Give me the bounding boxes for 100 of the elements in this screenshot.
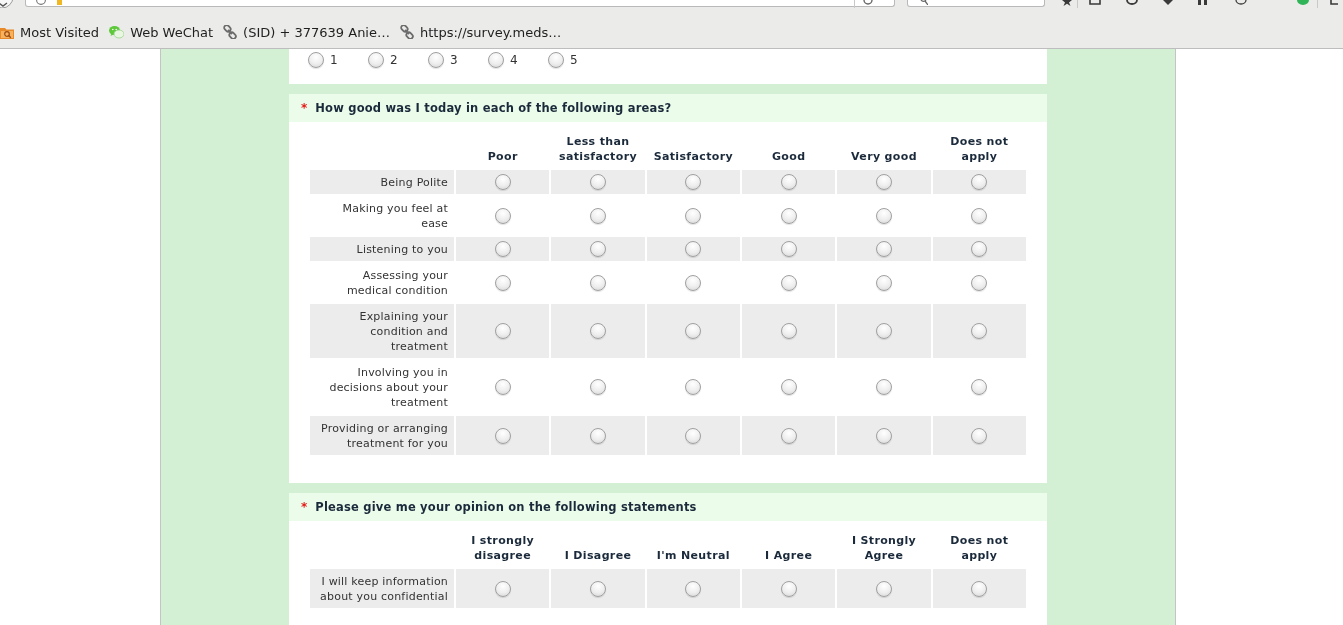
radio-button[interactable] — [590, 427, 606, 444]
radio-button[interactable] — [780, 174, 797, 190]
radio-button[interactable] — [876, 427, 892, 444]
radio-button[interactable] — [685, 174, 702, 190]
bookmark-button[interactable]: https://survey.meds… — [400, 24, 562, 40]
search-field[interactable] — [907, 0, 1045, 7]
radio-button[interactable] — [590, 580, 606, 597]
option-label: 3 — [450, 53, 458, 67]
row-label: Explaining your condition and treatment — [310, 304, 454, 358]
radio-button[interactable] — [971, 207, 988, 224]
column-header: I strongly disagree — [470, 533, 536, 564]
radio-button[interactable] — [494, 274, 511, 291]
radio-button[interactable] — [494, 323, 511, 339]
radio-button[interactable] — [780, 580, 797, 597]
radio-button[interactable] — [780, 323, 797, 339]
column-header: Good — [770, 149, 807, 165]
radio-button[interactable] — [590, 323, 606, 339]
radio-button[interactable] — [548, 52, 564, 68]
radio-button[interactable] — [494, 174, 511, 190]
tray-icon[interactable] — [1089, 0, 1101, 5]
radio-button[interactable] — [685, 379, 702, 395]
row-label: I will keep information about you confidential — [310, 569, 454, 608]
radio-button[interactable] — [494, 207, 511, 224]
radio-button[interactable] — [685, 323, 702, 339]
radio-button[interactable] — [876, 174, 892, 190]
radio-button[interactable] — [876, 580, 892, 597]
chain-link-icon — [223, 25, 238, 39]
column-header: Poor — [486, 149, 519, 165]
option-label: 2 — [390, 53, 398, 67]
radio-button[interactable] — [685, 274, 702, 291]
required-marker: * — [301, 500, 308, 514]
radio-button[interactable] — [590, 207, 606, 224]
tray-icon[interactable] — [1330, 0, 1338, 5]
radio-button[interactable] — [876, 274, 892, 291]
radio-button[interactable] — [428, 52, 444, 68]
question-title: Please give me your opinion on the following statements — [315, 500, 697, 514]
row-label: Providing or arranging treatment for you — [310, 416, 454, 455]
radio-button[interactable] — [971, 241, 988, 257]
radio-button[interactable] — [971, 379, 988, 395]
warning-icon — [57, 0, 62, 5]
option-label: 4 — [510, 53, 518, 67]
radio-button[interactable] — [488, 52, 504, 68]
radio-button[interactable] — [780, 274, 797, 291]
column-header: Very good — [850, 149, 918, 165]
chain-link-icon — [400, 25, 414, 39]
column-header: Does not apply — [949, 533, 1010, 564]
radio-button[interactable] — [971, 174, 988, 190]
column-header: I Agree — [764, 548, 814, 564]
chat-bubbles-icon — [109, 25, 125, 39]
column-header: I'm Neutral — [655, 548, 731, 564]
url-field[interactable] — [25, 0, 895, 7]
radio-button[interactable] — [685, 580, 702, 597]
radio-button[interactable] — [876, 323, 892, 339]
back-button[interactable] — [0, 0, 13, 8]
column-header: Satisfactory — [652, 149, 734, 165]
bookmark-button[interactable]: Most Visited — [0, 24, 100, 40]
option-label: 5 — [570, 53, 578, 67]
radio-button[interactable] — [685, 427, 702, 444]
bookmark-button[interactable]: (SID) + 377639 Anie… — [223, 24, 390, 40]
radio-button[interactable] — [780, 379, 797, 395]
radio-button[interactable] — [876, 241, 892, 257]
radio-button[interactable] — [876, 379, 892, 395]
radio-button[interactable] — [685, 241, 702, 257]
radio-button[interactable] — [971, 274, 988, 291]
radio-button[interactable] — [780, 241, 797, 257]
ring-icon[interactable] — [1126, 0, 1138, 5]
column-header: Less than satisfactory — [558, 134, 638, 165]
row-label: Being Polite — [310, 170, 454, 194]
arrow-icon[interactable] — [1163, 0, 1173, 5]
radio-button[interactable] — [494, 379, 511, 395]
ring-icon[interactable] — [1235, 0, 1247, 5]
star-icon[interactable] — [1061, 0, 1073, 6]
option-label: 1 — [330, 53, 338, 67]
radio-button[interactable] — [780, 207, 797, 224]
column-header: I Strongly Agree — [850, 533, 918, 564]
radio-button[interactable] — [368, 52, 384, 68]
radio-button[interactable] — [590, 379, 606, 395]
folder-icon — [0, 25, 14, 39]
row-label: Involving you in decisions about your treatment — [328, 365, 449, 411]
radio-button[interactable] — [876, 207, 892, 224]
radio-button[interactable] — [590, 274, 606, 291]
radio-button[interactable] — [590, 241, 606, 257]
radio-button[interactable] — [971, 580, 988, 597]
bookmark-button[interactable]: Web WeChat — [109, 24, 214, 40]
row-label: Making you feel at ease — [341, 201, 449, 232]
required-marker: * — [301, 101, 308, 115]
radio-button[interactable] — [971, 323, 988, 339]
radio-button[interactable] — [308, 52, 324, 68]
reload-icon[interactable] — [863, 0, 873, 5]
question-title: How good was I today in each of the following areas? — [315, 101, 672, 115]
radio-button[interactable] — [494, 241, 511, 257]
radio-button[interactable] — [780, 427, 797, 444]
radio-button[interactable] — [494, 580, 511, 597]
radio-button[interactable] — [971, 427, 988, 444]
column-header: I Disagree — [563, 548, 633, 564]
column-header: Does not apply — [949, 134, 1010, 165]
radio-button[interactable] — [494, 427, 511, 444]
radio-button[interactable] — [590, 174, 606, 190]
radio-button[interactable] — [685, 207, 702, 224]
bars-icon[interactable] — [1198, 0, 1208, 5]
